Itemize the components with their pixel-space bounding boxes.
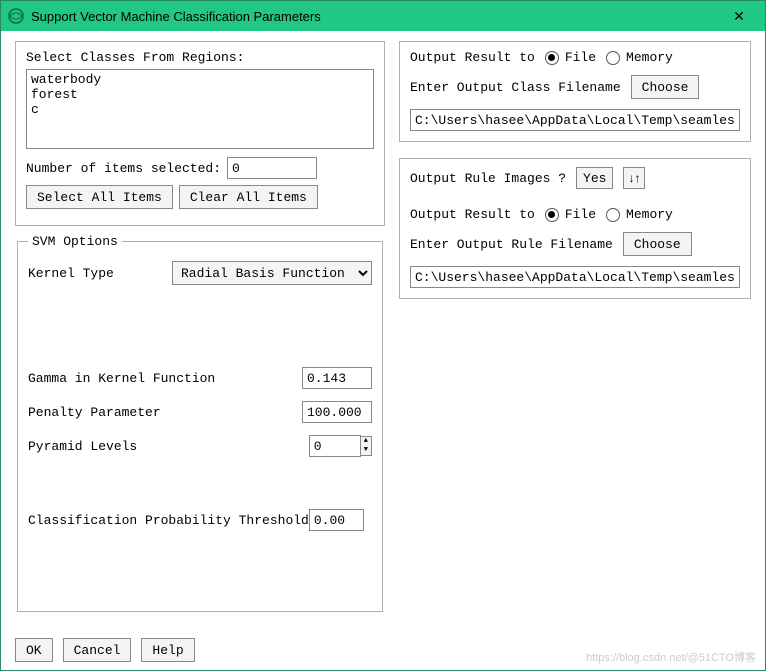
output-rule-filename-label: Enter Output Rule Filename [410,237,613,252]
classes-panel: Select Classes From Regions: waterbody f… [15,41,385,226]
threshold-label: Classification Probability Threshold [28,513,309,528]
output-rule-filename-input[interactable] [410,266,740,288]
close-button[interactable]: ✕ [719,8,759,25]
clear-all-button[interactable]: Clear All Items [179,185,318,209]
output-class-panel: Output Result to File Memory Enter Outpu… [399,41,751,142]
output-class-filename-label: Enter Output Class Filename [410,80,621,95]
radio-unchecked-icon [606,208,620,222]
kernel-type-select[interactable]: Radial Basis Function [172,261,372,285]
num-selected-field[interactable] [227,157,317,179]
spinner-down-icon[interactable]: ▼ [361,446,371,455]
gamma-input[interactable] [302,367,372,389]
threshold-input[interactable] [309,509,364,531]
footer: OK Cancel Help [15,632,751,662]
kernel-type-label: Kernel Type [28,266,172,281]
output-class-file-radio[interactable]: File [545,50,596,65]
svm-options-panel: SVM Options Kernel Type Radial Basis Fun… [17,234,383,612]
radio-checked-icon [545,208,559,222]
penalty-label: Penalty Parameter [28,405,302,420]
output-rule-choose-button[interactable]: Choose [623,232,692,256]
window-title: Support Vector Machine Classification Pa… [31,9,719,24]
output-rule-question: Output Rule Images ? [410,171,566,186]
output-class-choose-button[interactable]: Choose [631,75,700,99]
spinner-up-icon[interactable]: ▲ [361,437,371,446]
ok-button[interactable]: OK [15,638,53,662]
output-rule-memory-radio[interactable]: Memory [606,207,673,222]
titlebar: Support Vector Machine Classification Pa… [1,1,765,31]
help-button[interactable]: Help [141,638,194,662]
classes-label: Select Classes From Regions: [26,50,374,65]
pyramid-spinner[interactable]: ▲ ▼ [309,435,372,457]
pyramid-input[interactable] [309,435,361,457]
svm-legend: SVM Options [28,234,122,249]
window: Support Vector Machine Classification Pa… [0,0,766,671]
output-rule-result-label: Output Result to [410,207,535,222]
output-rule-yes-toggle[interactable]: Yes [576,167,613,189]
cancel-button[interactable]: Cancel [63,638,132,662]
output-rule-file-radio[interactable]: File [545,207,596,222]
penalty-input[interactable] [302,401,372,423]
output-class-result-label: Output Result to [410,50,535,65]
classes-listbox[interactable]: waterbody forest c [26,69,374,149]
output-class-filename-input[interactable] [410,109,740,131]
pyramid-label: Pyramid Levels [28,439,309,454]
content-area: Select Classes From Regions: waterbody f… [1,31,765,670]
swap-icon[interactable]: ↓↑ [623,167,645,189]
output-class-memory-radio[interactable]: Memory [606,50,673,65]
select-all-button[interactable]: Select All Items [26,185,173,209]
app-icon [7,7,25,25]
num-selected-label: Number of items selected: [26,161,221,176]
gamma-label: Gamma in Kernel Function [28,371,302,386]
radio-unchecked-icon [606,51,620,65]
output-rule-panel: Output Rule Images ? Yes ↓↑ Output Resul… [399,158,751,299]
radio-checked-icon [545,51,559,65]
